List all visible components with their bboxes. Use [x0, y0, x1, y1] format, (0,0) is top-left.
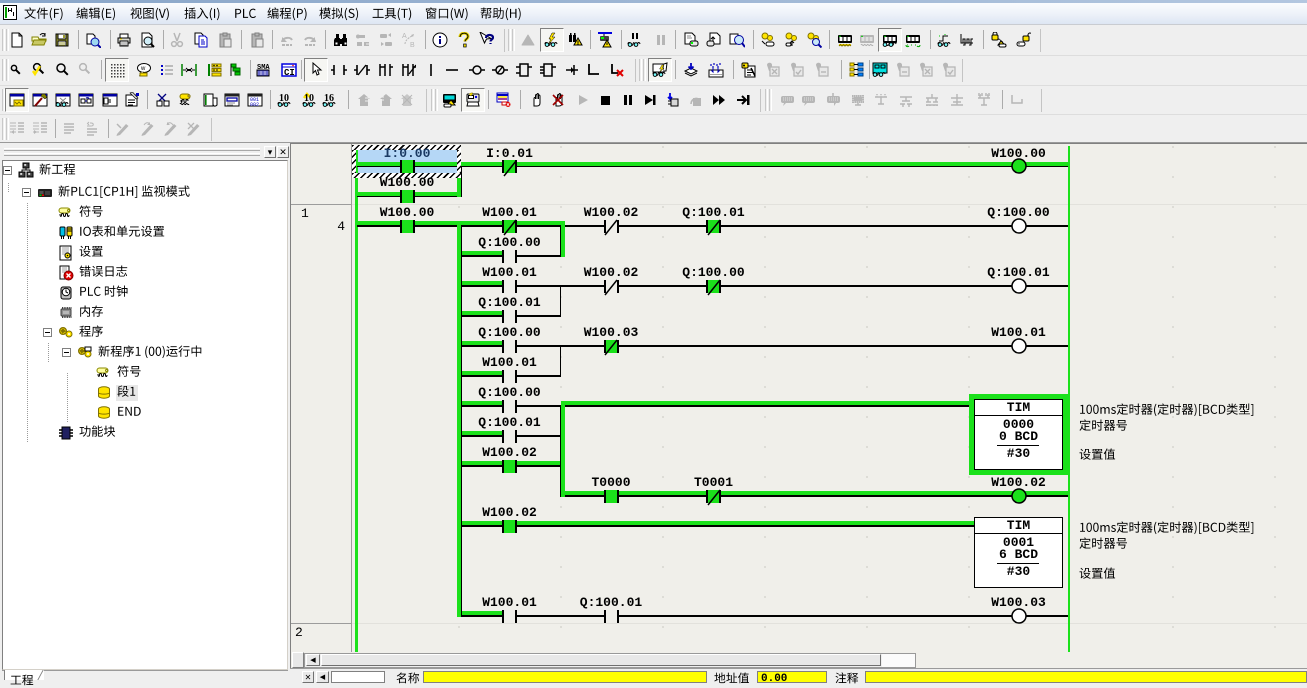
svg-text:A: A — [402, 33, 407, 40]
svg-text:002: 002 — [250, 102, 259, 108]
svg-text:w: w — [140, 66, 146, 72]
svg-text:CI: CI — [284, 68, 295, 78]
svg-text:B: B — [410, 42, 415, 48]
